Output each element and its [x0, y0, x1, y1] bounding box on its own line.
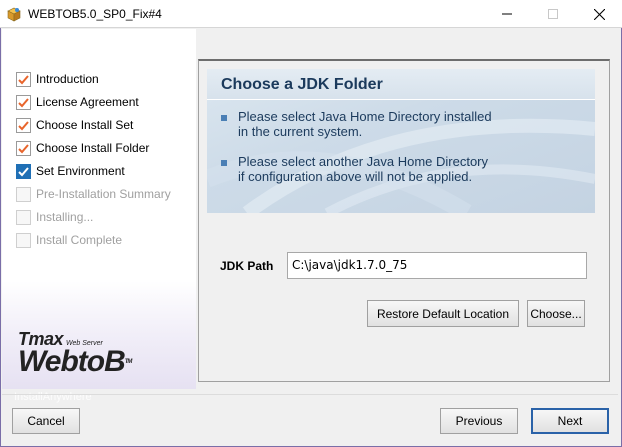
minimize-button[interactable]	[484, 0, 530, 28]
step-install-complete: Install Complete	[16, 230, 122, 250]
step-set-environment: Set Environment	[16, 161, 125, 181]
step-label: Install Complete	[36, 233, 123, 247]
check-icon	[16, 140, 31, 156]
restore-default-location-button[interactable]: Restore Default Location	[367, 300, 519, 327]
empty-checkbox-icon	[16, 186, 31, 202]
step-label: License Agreement	[36, 95, 139, 109]
choose-button[interactable]: Choose...	[527, 300, 585, 327]
title-bar: WEBTOB5.0_SP0_Fix#4	[0, 0, 622, 28]
cancel-button[interactable]: Cancel	[12, 408, 80, 434]
banner-title: Choose a JDK Folder	[221, 76, 383, 93]
empty-checkbox-icon	[16, 209, 31, 225]
installanywhere-label: InstallAnywhere	[14, 391, 92, 403]
current-check-icon	[16, 163, 31, 179]
step-label: Installing...	[36, 210, 94, 224]
previous-button[interactable]: Previous	[440, 408, 518, 434]
bullet-icon	[221, 160, 227, 166]
step-choose-install-folder: Choose Install Folder	[16, 138, 149, 158]
maximize-icon	[548, 9, 558, 19]
step-label: Choose Install Folder	[36, 141, 150, 155]
step-label: Introduction	[36, 72, 99, 86]
jdk-path-input[interactable]: C:\java\jdk1.7.0_75	[287, 252, 587, 279]
step-label: Pre-Installation Summary	[36, 187, 171, 201]
step-label: Choose Install Set	[36, 118, 134, 132]
step-label: Set Environment	[36, 164, 125, 178]
close-button[interactable]	[576, 0, 622, 28]
bullet-text: Please select another Java Home Director…	[238, 154, 489, 184]
jdk-path-label: JDK Path	[220, 259, 274, 273]
minimize-icon	[502, 13, 512, 15]
main-panel: Choose a JDK Folder Please select Java H…	[198, 59, 610, 382]
close-icon	[593, 8, 605, 20]
next-button[interactable]: Next	[531, 408, 609, 434]
empty-checkbox-icon	[16, 232, 31, 248]
step-introduction: Introduction	[16, 69, 99, 89]
divider	[2, 394, 618, 395]
bullet-icon	[221, 115, 227, 121]
info-banner: Choose a JDK Folder Please select Java H…	[207, 69, 595, 213]
step-license-agreement: License Agreement	[16, 92, 139, 112]
step-installing: Installing...	[16, 207, 93, 227]
step-pre-installation-summary: Pre-Installation Summary	[16, 184, 171, 204]
window-title: WEBTOB5.0_SP0_Fix#4	[28, 7, 162, 21]
step-choose-install-set: Choose Install Set	[16, 115, 133, 135]
check-icon	[16, 94, 31, 110]
steps-sidebar: Introduction License Agreement Choose In…	[2, 29, 196, 403]
tmax-webtob-logo: Tmax Web Server WebtoBTM	[18, 329, 132, 378]
check-icon	[16, 71, 31, 87]
bullet-text: Please select Java Home Directory instal…	[238, 109, 492, 139]
maximize-button[interactable]	[530, 0, 576, 28]
installer-box-icon	[6, 6, 22, 22]
check-icon	[16, 117, 31, 133]
